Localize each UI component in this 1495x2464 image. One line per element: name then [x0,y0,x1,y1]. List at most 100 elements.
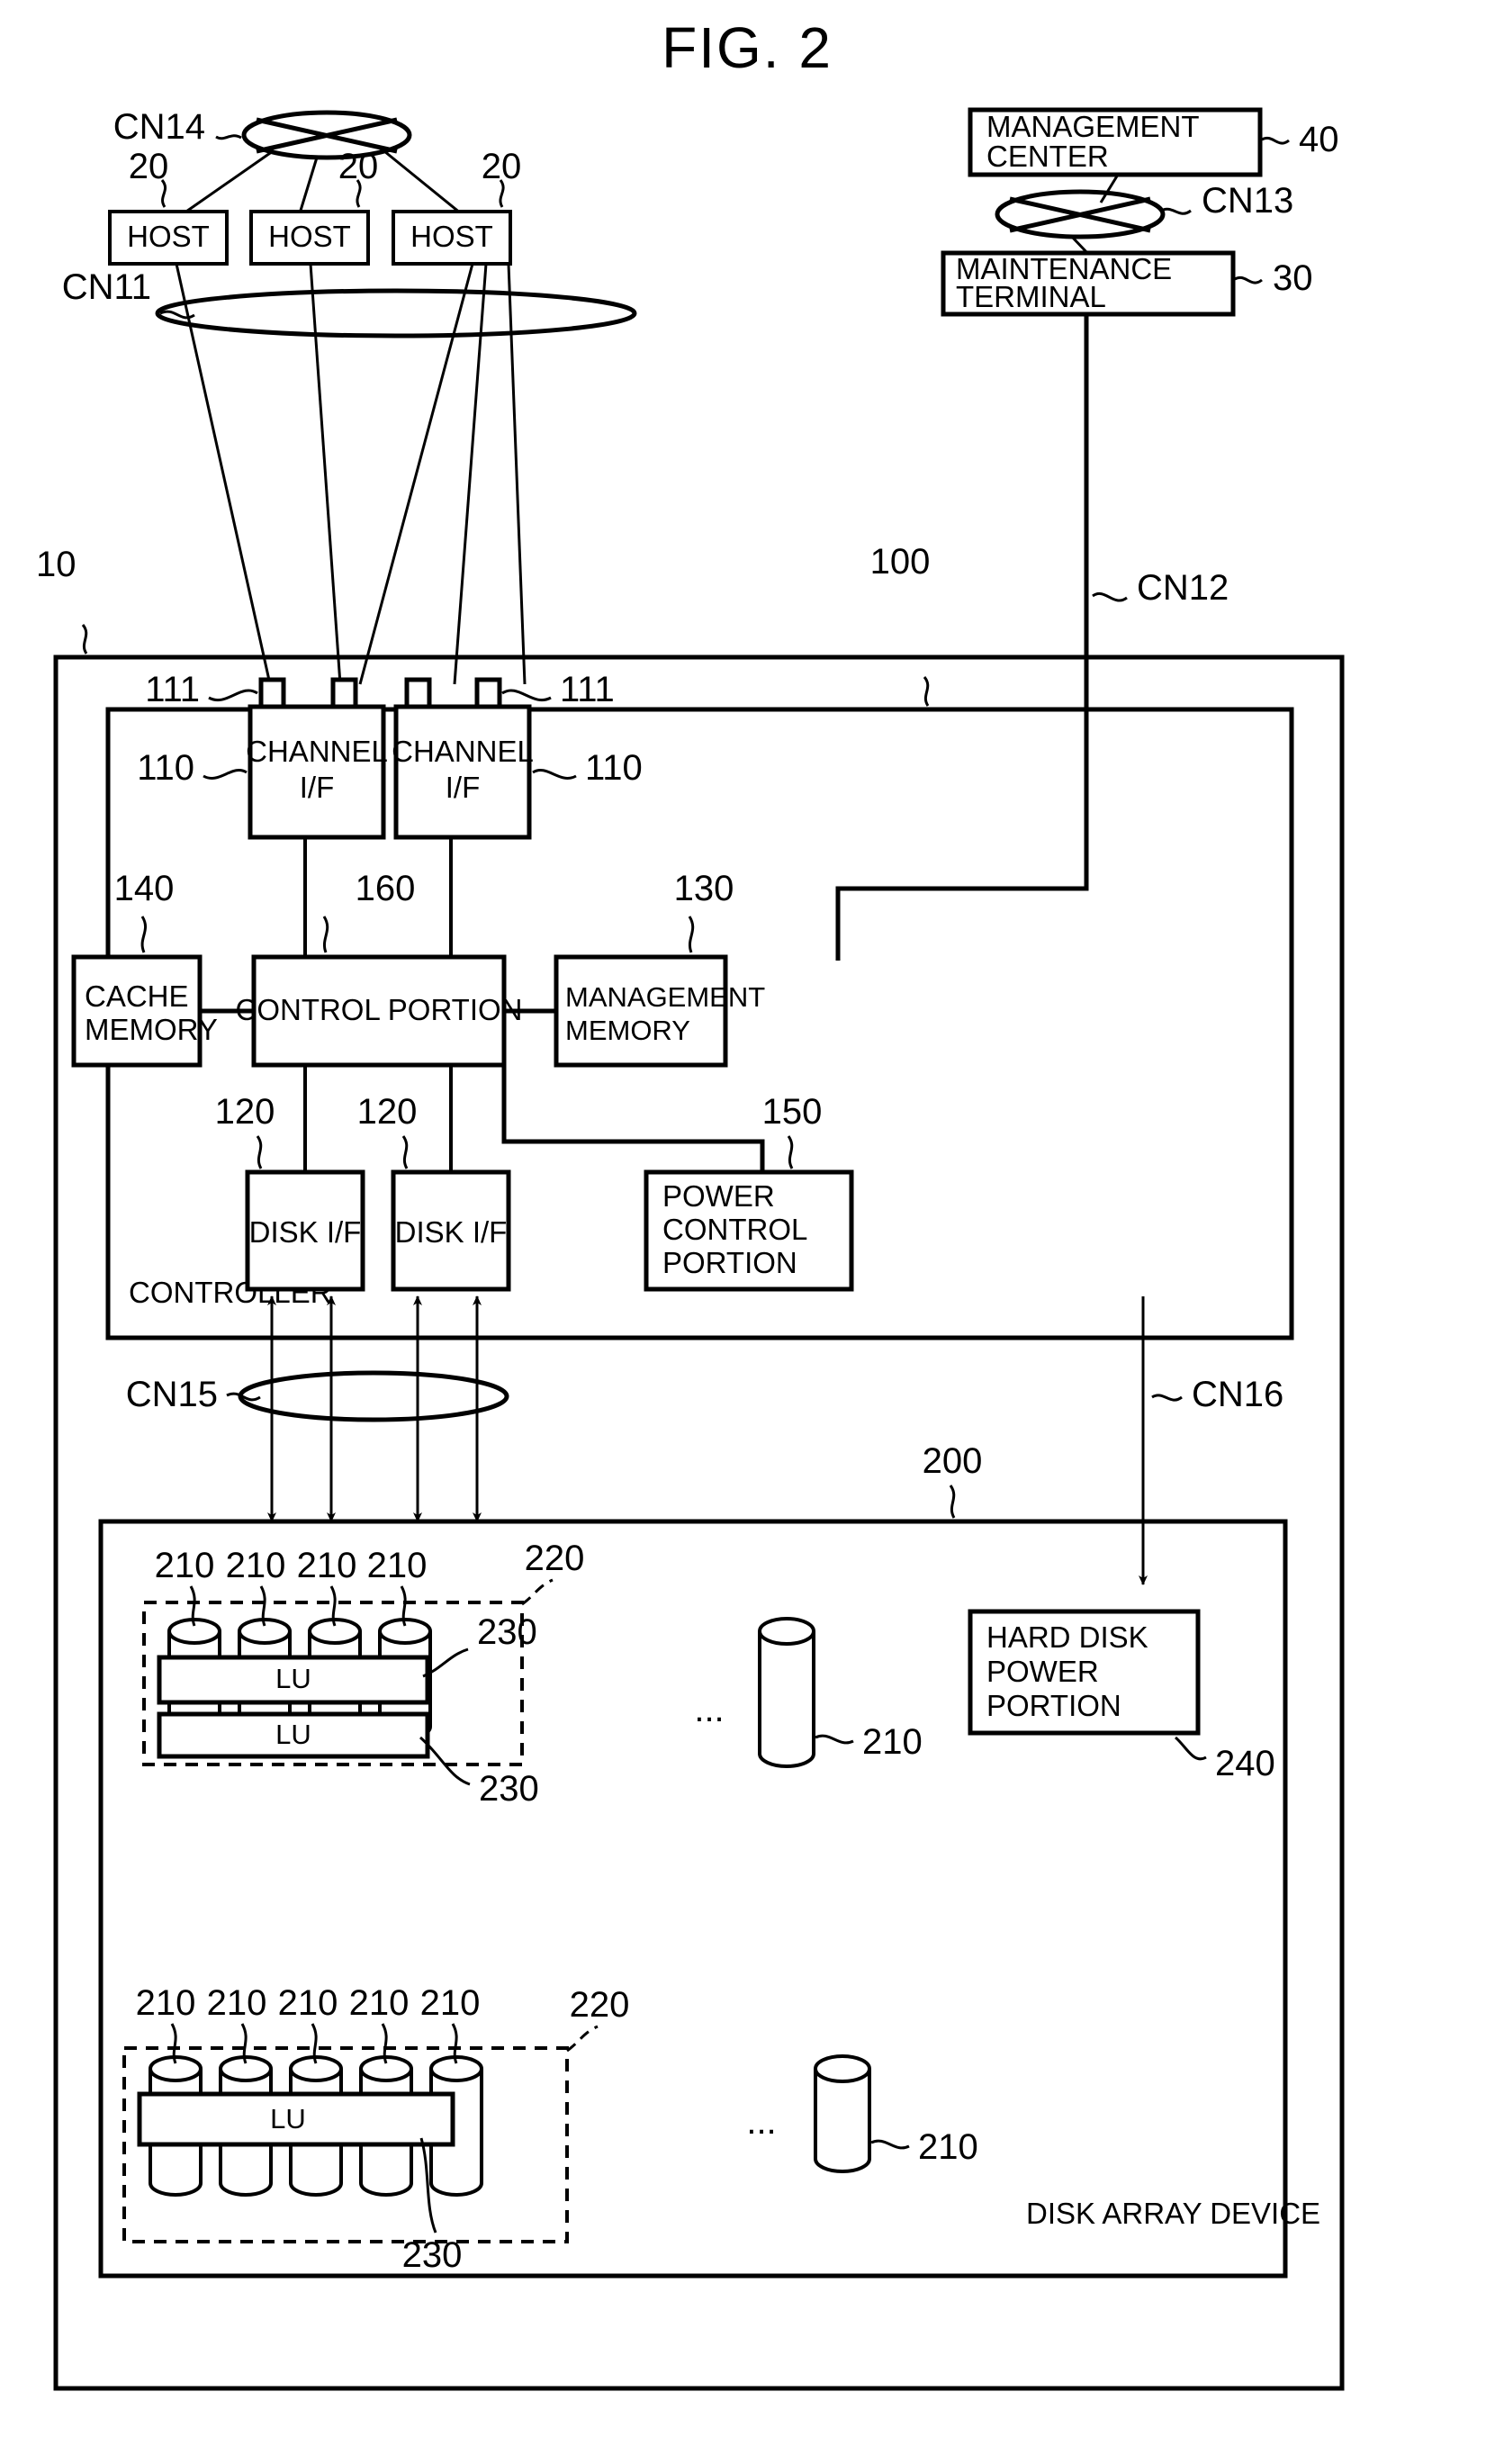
leader-lu-1b [419,1736,471,1786]
channel-port-111-a [258,677,286,709]
leader-cn14 [215,134,242,140]
host-2: HOST [249,210,370,266]
management-center-box: MANAGEMENT CENTER [968,107,1263,177]
ref-disk-210: 210 [226,1546,286,1585]
channel-port-111-c [404,677,432,709]
ref-maintenance-terminal: 30 [1273,258,1313,298]
network-cn15 [238,1370,509,1422]
leader-channel-if-2 [532,769,577,780]
ref-disk-210: 210 [297,1546,357,1585]
lu-bar-1b: LU [157,1711,430,1759]
leader-controller-frame [923,676,930,707]
leader-cache-memory [140,916,148,953]
management-memory-line1: MANAGEMENT [565,981,765,1013]
hard-disk-power-box: HARD DISK POWER PORTION [968,1609,1201,1736]
ref-host-1: 20 [129,147,169,186]
lu-bar-2a: LU [137,2091,455,2147]
ref-channel-if-2: 110 [585,748,643,788]
leader-disk-array-frame [949,1485,956,1519]
ref-disk-group-2: 220 [570,1985,630,2025]
link-cn12 [835,314,1089,961]
channel-if-line1: CHANNEL [392,735,534,768]
leader-port-111-left [208,689,258,701]
leader-spare-disk-1 [815,1734,854,1745]
leader-management-memory [688,916,695,953]
ref-spare-disk-2: 210 [918,2127,978,2167]
leader-disk-if-1 [256,1135,263,1169]
ref-management-memory: 130 [674,869,734,908]
channel-port-111-d [474,677,502,709]
disk-if-box-2: DISK I/F [391,1169,511,1292]
patent-figure-2: FIG. 2 CN14 HOST 20 HOST 20 HOST 20 MANA… [0,0,1495,2464]
maintenance-terminal-line2: TERMINAL [956,280,1106,313]
leader-port-111-right [501,689,552,701]
ref-disk-if-2: 120 [357,1092,418,1132]
ref-port-111-right: 111 [560,670,615,709]
ref-disk-if-1: 120 [215,1092,275,1132]
leaders-disks-group-1 [189,1585,407,1627]
lu-label: LU [275,1719,311,1750]
cache-memory-box: CACHE MEMORY [71,954,218,1068]
cache-memory-line1: CACHE [85,979,189,1013]
figure-canvas: FIG. 2 CN14 HOST 20 HOST 20 HOST 20 MANA… [36,15,1345,2391]
leader-cn16 [1151,1394,1183,1402]
host-label: HOST [127,220,210,253]
ellipsis-group-2: ... [746,2102,776,2142]
network-cn13 [995,189,1166,239]
management-memory-box: MANAGEMENT MEMORY [554,954,765,1068]
ref-disk-210: 210 [367,1546,428,1585]
ref-power-control: 150 [762,1092,823,1132]
ref-host-3: 20 [482,147,522,186]
disk-array-label: DISK ARRAY DEVICE [1026,2197,1320,2230]
hard-disk-power-line2: POWER [986,1655,1099,1688]
ref-lu-2a: 230 [402,2235,463,2275]
ref-port-111-left: 111 [145,670,200,709]
label-cn13: CN13 [1202,181,1293,221]
spare-disk-group-2 [814,2054,871,2173]
network-cn11 [155,288,637,338]
host-3: HOST [392,210,512,266]
ref-cache-memory: 140 [114,869,175,908]
lu-label: LU [275,1663,311,1694]
hard-disk-power-line3: PORTION [986,1689,1121,1722]
ref-lu-1a: 230 [477,1612,537,1652]
power-control-portion-box: POWER CONTROL PORTION [644,1169,854,1292]
ref-disk-210: 210 [207,1983,267,2023]
figure-title: FIG. 2 [662,15,833,80]
power-control-line2: CONTROL [662,1213,807,1246]
links-hosts-cn11-channelif [175,263,527,685]
ref-controller-frame: 100 [870,542,931,582]
ref-host-2: 20 [338,147,379,186]
ref-spare-disk-1: 210 [862,1722,923,1762]
host-label: HOST [268,220,351,253]
leader-mt [1234,275,1263,284]
network-cn14 [241,110,412,160]
channel-if-line2: I/F [446,771,481,804]
ref-disk-group-1: 220 [525,1539,585,1578]
cache-memory-line2: MEMORY [85,1013,218,1046]
management-memory-line2: MEMORY [565,1015,690,1046]
bus-control-powerctl [501,1065,765,1172]
leader-spare-disk-2 [870,2139,910,2150]
leader-system [81,624,88,654]
channel-if-box-1: CHANNEL I/F [246,704,388,840]
leader-hard-disk-power [1174,1736,1207,1761]
power-control-line1: POWER [662,1179,775,1213]
channel-if-line2: I/F [300,771,335,804]
label-cn14: CN14 [113,107,205,147]
ref-management-center: 40 [1299,120,1339,159]
control-portion-box: CONTROL PORTION [235,954,523,1068]
ref-disk-array-frame: 200 [923,1441,983,1481]
spare-disk-group-1 [758,1617,815,1768]
label-cn11: CN11 [62,267,151,307]
ref-hard-disk-power: 240 [1215,1744,1275,1783]
ref-disk-210: 210 [349,1983,410,2023]
leader-mc [1261,136,1290,145]
leaders-disks-group-2 [170,2023,458,2064]
label-cn16: CN16 [1192,1375,1283,1414]
ref-disk-210: 210 [155,1546,215,1585]
ref-lu-1b: 230 [479,1769,539,1809]
management-center-line1: MANAGEMENT [986,110,1200,143]
leader-power-control [787,1135,794,1169]
links-cn15 [267,1295,482,1522]
